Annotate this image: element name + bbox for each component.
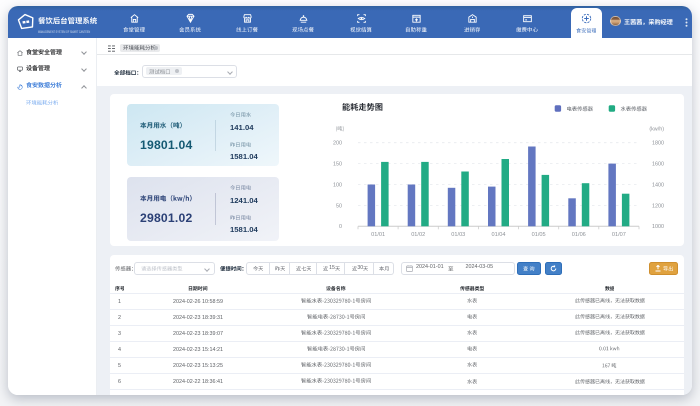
svg-text:50: 50 <box>336 203 342 209</box>
svg-text:01/04: 01/04 <box>492 232 506 238</box>
svg-text:1400: 1400 <box>652 182 664 188</box>
svg-text:100: 100 <box>333 182 342 188</box>
svg-text:01/01: 01/01 <box>371 232 385 238</box>
svg-text:1600: 1600 <box>652 162 664 168</box>
svg-text:1200: 1200 <box>652 203 664 209</box>
svg-text:01/07: 01/07 <box>612 232 626 238</box>
svg-text:(kw/h): (kw/h) <box>649 127 664 133</box>
svg-text:1800: 1800 <box>652 141 664 147</box>
svg-text:200: 200 <box>333 141 342 147</box>
svg-text:01/06: 01/06 <box>572 232 586 238</box>
svg-text:150: 150 <box>333 162 342 168</box>
svg-text:01/03: 01/03 <box>451 232 465 238</box>
svg-text:01/05: 01/05 <box>532 232 546 238</box>
svg-text:1000: 1000 <box>652 224 664 230</box>
svg-text:01/02: 01/02 <box>411 232 425 238</box>
svg-text:0: 0 <box>339 224 342 230</box>
